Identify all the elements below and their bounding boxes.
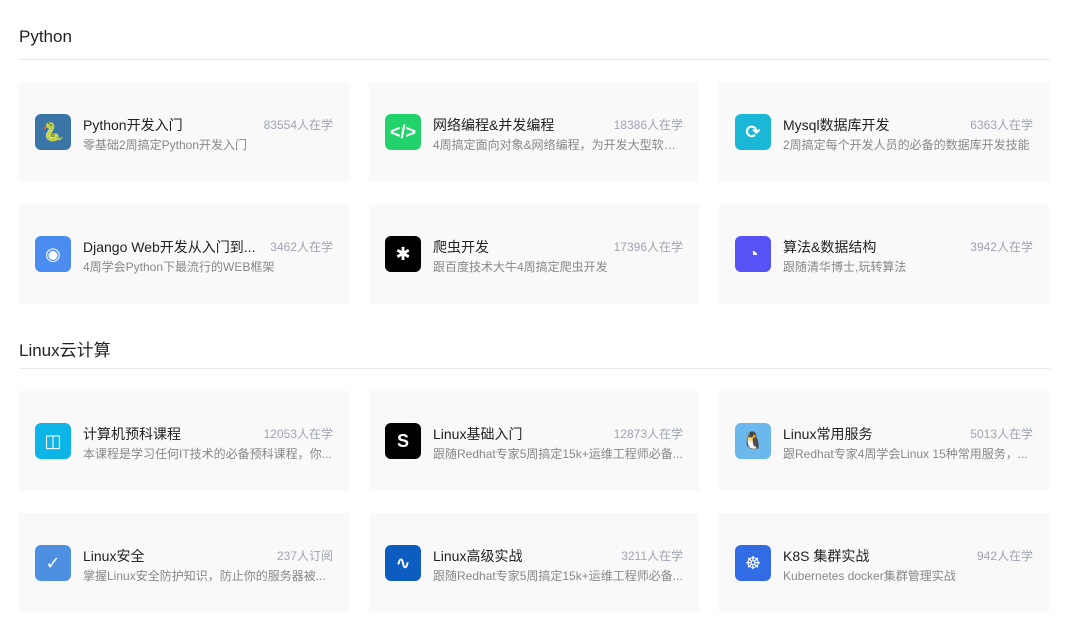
course-title[interactable]: 爬虫开发 bbox=[433, 237, 489, 257]
course-description: 跟随清华博士,玩转算法 bbox=[783, 260, 907, 274]
course-title[interactable]: 计算机预科课程 bbox=[83, 424, 181, 444]
shield-icon: ✓ bbox=[35, 545, 71, 581]
course-description: 零基础2周搞定Python开发入门 bbox=[83, 138, 248, 152]
course-title[interactable]: Linux常用服务 bbox=[783, 424, 872, 444]
penguin-icon: 🐧 bbox=[735, 423, 771, 459]
database-icon: ⟳ bbox=[735, 114, 771, 150]
course-card[interactable]: </> 网络编程&并发编程 18386人在学 4周搞定面向对象&网络编程，为开发… bbox=[369, 82, 699, 182]
course-title[interactable]: Django Web开发从入门到... bbox=[83, 237, 255, 257]
course-description: 4周学会Python下最流行的WEB框架 bbox=[83, 260, 275, 274]
course-description: 跟随Redhat专家5周搞定15k+运维工程师必备... bbox=[433, 447, 683, 461]
python-icon: 🐍 bbox=[35, 114, 71, 150]
learner-count: 6363人在学 bbox=[970, 118, 1033, 132]
course-description: 2周搞定每个开发人员的必备的数据库开发技能 bbox=[783, 138, 1030, 152]
course-card[interactable]: ◉ Django Web开发从入门到... 3462人在学 4周学会Python… bbox=[19, 204, 349, 304]
section-title: Linux云计算 bbox=[19, 341, 111, 360]
course-card[interactable]: ◫ 计算机预科课程 12053人在学 本课程是学习任何IT技术的必备预科课程，你… bbox=[19, 391, 349, 491]
course-card[interactable]: 🐧 Linux常用服务 5013人在学 跟Redhat专家4周学会Linux 1… bbox=[719, 391, 1049, 491]
monitor-pulse-icon: ∿ bbox=[385, 545, 421, 581]
course-card[interactable]: ✱ 爬虫开发 17396人在学 跟百度技术大牛4周搞定爬虫开发 bbox=[369, 204, 699, 304]
bug-icon: ✱ bbox=[385, 236, 421, 272]
learner-count: 83554人在学 bbox=[263, 118, 333, 132]
course-description: Kubernetes docker集群管理实战 bbox=[783, 569, 956, 583]
course-card[interactable]: ✓ Linux安全 237人订阅 掌握Linux安全防护知识，防止你的服务器被.… bbox=[19, 513, 349, 613]
course-title[interactable]: 算法&数据结构 bbox=[783, 237, 876, 257]
kubernetes-icon: ☸ bbox=[735, 545, 771, 581]
learner-count: 237人订阅 bbox=[276, 549, 333, 563]
course-title[interactable]: Linux基础入门 bbox=[433, 424, 522, 444]
course-card[interactable]: ◔ 算法&数据结构 3942人在学 跟随清华博士,玩转算法 bbox=[719, 204, 1049, 304]
course-description: 跟Redhat专家4周学会Linux 15种常用服务，... bbox=[783, 447, 1028, 461]
course-title[interactable]: Linux安全 bbox=[83, 546, 144, 566]
s-logo-icon: S bbox=[385, 423, 421, 459]
course-card[interactable]: ⟳ Mysql数据库开发 6363人在学 2周搞定每个开发人员的必备的数据库开发… bbox=[719, 82, 1049, 182]
learner-count: 942人在学 bbox=[976, 549, 1033, 563]
course-description: 掌握Linux安全防护知识，防止你的服务器被... bbox=[83, 569, 326, 583]
course-description: 4周搞定面向对象&网络编程，为开发大型软件... bbox=[433, 138, 683, 152]
course-description: 跟百度技术大牛4周搞定爬虫开发 bbox=[433, 260, 608, 274]
course-card[interactable]: ∿ Linux高级实战 3211人在学 跟随Redhat专家5周搞定15k+运维… bbox=[369, 513, 699, 613]
computer-icon: ◫ bbox=[35, 423, 71, 459]
section-title: Python bbox=[19, 27, 72, 46]
course-title[interactable]: 网络编程&并发编程 bbox=[433, 115, 554, 135]
divider bbox=[19, 59, 1050, 60]
course-card[interactable]: ☸ K8S 集群实战 942人在学 Kubernetes docker集群管理实… bbox=[719, 513, 1049, 613]
course-card[interactable]: 🐍 Python开发入门 83554人在学 零基础2周搞定Python开发入门 bbox=[19, 82, 349, 182]
learner-count: 3211人在学 bbox=[621, 549, 683, 563]
course-description: 跟随Redhat专家5周搞定15k+运维工程师必备... bbox=[433, 569, 683, 583]
learner-count: 17396人在学 bbox=[613, 240, 683, 254]
course-title[interactable]: Python开发入门 bbox=[83, 115, 183, 135]
pie-chart-icon: ◔ bbox=[735, 236, 771, 272]
learner-count: 12053人在学 bbox=[263, 427, 333, 441]
learner-count: 12873人在学 bbox=[613, 427, 683, 441]
learner-count: 3942人在学 bbox=[970, 240, 1033, 254]
course-title[interactable]: Mysql数据库开发 bbox=[783, 115, 890, 135]
course-description: 本课程是学习任何IT技术的必备预科课程，你... bbox=[83, 447, 332, 461]
web-globe-icon: ◉ bbox=[35, 236, 71, 272]
learner-count: 5013人在学 bbox=[970, 427, 1033, 441]
code-monitor-icon: </> bbox=[385, 114, 421, 150]
learner-count: 18386人在学 bbox=[613, 118, 683, 132]
learner-count: 3462人在学 bbox=[270, 240, 333, 254]
course-card[interactable]: S Linux基础入门 12873人在学 跟随Redhat专家5周搞定15k+运… bbox=[369, 391, 699, 491]
course-title[interactable]: Linux高级实战 bbox=[433, 546, 522, 566]
course-title[interactable]: K8S 集群实战 bbox=[783, 546, 869, 566]
divider bbox=[19, 368, 1050, 369]
